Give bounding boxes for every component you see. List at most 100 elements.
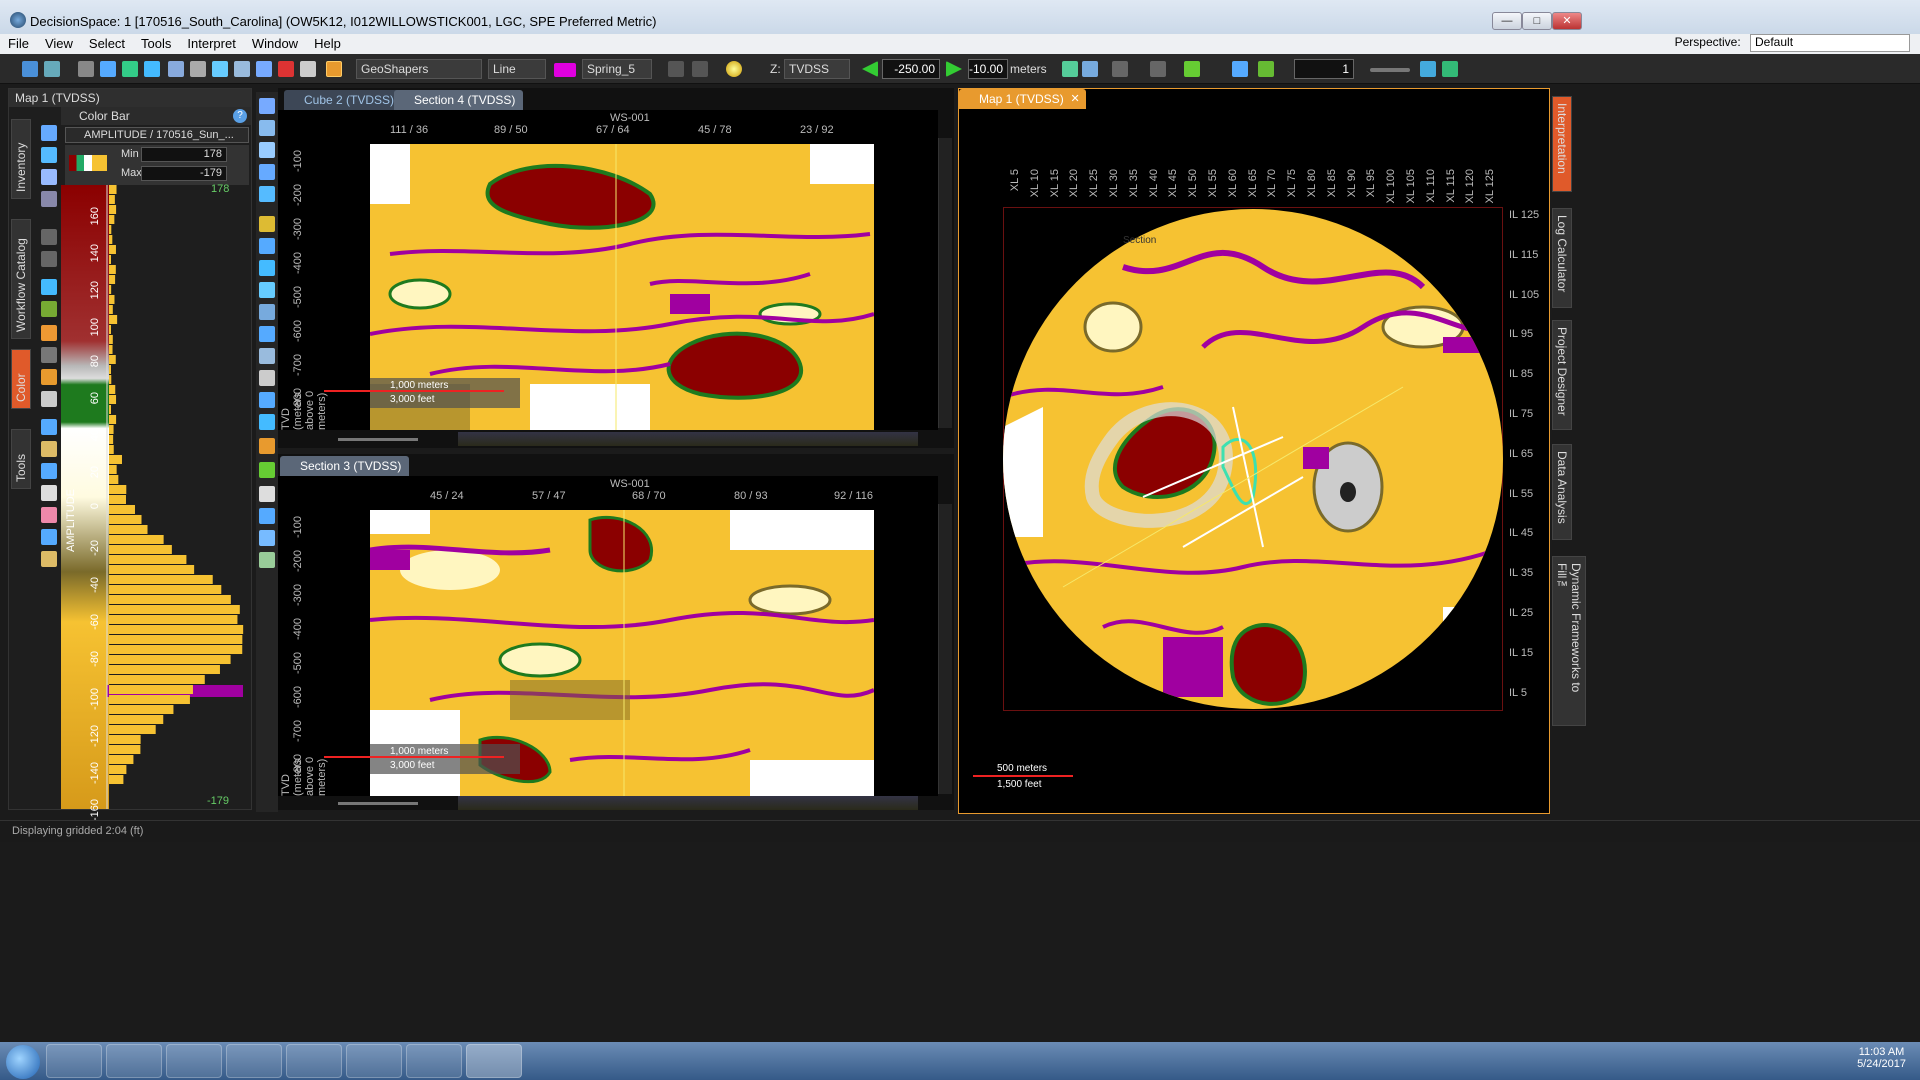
- zoom-slider[interactable]: [338, 802, 418, 805]
- resize-icon[interactable]: [41, 419, 57, 435]
- bookmark-icon[interactable]: [1112, 61, 1128, 77]
- page-icon[interactable]: [259, 486, 275, 502]
- colorbar-icon[interactable]: [259, 438, 275, 454]
- zoom-slider[interactable]: [338, 438, 418, 441]
- save-icon[interactable]: [78, 61, 94, 77]
- export-icon[interactable]: [259, 238, 275, 254]
- menu-window[interactable]: Window: [244, 34, 306, 53]
- pin-icon[interactable]: [41, 347, 57, 363]
- pick-icon[interactable]: [122, 61, 138, 77]
- horizontal-scrollbar[interactable]: [458, 432, 918, 446]
- from-input[interactable]: -250.00: [882, 59, 940, 79]
- axis-toggle-icon[interactable]: [1442, 61, 1458, 77]
- table-icon[interactable]: [41, 391, 57, 407]
- target-icon[interactable]: [259, 462, 275, 478]
- side-tab-tools[interactable]: Tools: [11, 429, 31, 489]
- link-icon[interactable]: [1258, 61, 1274, 77]
- refresh-icon[interactable]: [41, 147, 57, 163]
- app-icon[interactable]: [286, 1044, 342, 1078]
- tab-map1[interactable]: Map 1 (TVDSS) ✕: [959, 89, 1086, 109]
- section3-view[interactable]: WS-001 45 / 24 57 / 47 68 / 70 80 / 93 9…: [278, 476, 938, 796]
- settings-icon[interactable]: [259, 216, 275, 232]
- home-icon[interactable]: [1062, 61, 1078, 77]
- notepad-icon[interactable]: [346, 1044, 402, 1078]
- step-forward-icon[interactable]: [946, 61, 962, 77]
- side-tab-project-designer[interactable]: Project Designer: [1552, 320, 1572, 430]
- menu-file[interactable]: File: [0, 34, 37, 53]
- side-tab-color[interactable]: Color: [11, 349, 31, 409]
- vertical-scrollbar[interactable]: [938, 504, 952, 794]
- sync-icon[interactable]: [1082, 61, 1098, 77]
- layers-icon[interactable]: [234, 61, 250, 77]
- side-tab-interpretation[interactable]: Interpretation: [1552, 96, 1572, 192]
- refresh-icon[interactable]: [259, 164, 275, 180]
- surface-icon[interactable]: [259, 348, 275, 364]
- find-icon[interactable]: [259, 552, 275, 568]
- colormap-preview[interactable]: [69, 155, 107, 171]
- undo-icon[interactable]: [41, 229, 57, 245]
- zoom-in-icon[interactable]: [259, 98, 275, 114]
- minimize-button[interactable]: —: [1492, 12, 1522, 30]
- annotate-icon[interactable]: [1232, 61, 1248, 77]
- close-button[interactable]: ✕: [1552, 12, 1582, 30]
- colormap-select[interactable]: Spring_5: [582, 59, 652, 79]
- stack-icon[interactable]: [41, 507, 57, 523]
- menu-help[interactable]: Help: [306, 34, 349, 53]
- step-input[interactable]: 1: [1294, 59, 1354, 79]
- max-input[interactable]: -179: [141, 166, 227, 181]
- open-icon[interactable]: [44, 61, 60, 77]
- help-icon[interactable]: ?: [233, 109, 247, 123]
- to-input[interactable]: -10.00: [968, 59, 1008, 79]
- image-icon[interactable]: [41, 301, 57, 317]
- zoom-box-icon[interactable]: [259, 120, 275, 136]
- ramp-icon[interactable]: [41, 529, 57, 545]
- maximize-button[interactable]: □: [1522, 12, 1552, 30]
- decisionspace-icon[interactable]: [466, 1044, 522, 1078]
- opacity-slider[interactable]: [1370, 68, 1410, 72]
- colorbar-histogram[interactable]: [61, 185, 251, 809]
- zoom-out-icon[interactable]: [259, 142, 275, 158]
- polygon-icon[interactable]: [259, 392, 275, 408]
- camera-icon[interactable]: [259, 530, 275, 546]
- section4-view[interactable]: WS-001 111 / 36 89 / 50 67 / 64 45 / 78 …: [278, 110, 938, 430]
- undo-icon[interactable]: [668, 61, 684, 77]
- light-icon[interactable]: [726, 61, 742, 77]
- line-select[interactable]: Line: [488, 59, 546, 79]
- export-icon[interactable]: [41, 191, 57, 207]
- media-icon[interactable]: [166, 1044, 222, 1078]
- measure-icon[interactable]: [1184, 61, 1200, 77]
- zoom-icon[interactable]: [168, 61, 184, 77]
- settings-icon[interactable]: [300, 61, 316, 77]
- balance-icon[interactable]: [41, 279, 57, 295]
- side-tab-data-analysis[interactable]: Data Analysis: [1552, 444, 1572, 540]
- chrome-icon[interactable]: [226, 1044, 282, 1078]
- pan-icon[interactable]: [259, 186, 275, 202]
- list-icon[interactable]: [41, 125, 57, 141]
- fault-icon[interactable]: [259, 326, 275, 342]
- tab-cube2[interactable]: Cube 2 (TVDSS): [284, 90, 402, 110]
- snap-icon[interactable]: [259, 282, 275, 298]
- frame-icon[interactable]: [259, 508, 275, 524]
- well-icon[interactable]: [259, 370, 275, 386]
- step-back-icon[interactable]: [862, 61, 878, 77]
- draw-icon[interactable]: [326, 61, 342, 77]
- menu-interpret[interactable]: Interpret: [179, 34, 243, 53]
- domain-select[interactable]: TVDSS: [784, 59, 850, 79]
- clipboard-icon[interactable]: [41, 485, 57, 501]
- side-tab-log-calculator[interactable]: Log Calculator: [1552, 208, 1572, 308]
- menu-select[interactable]: Select: [81, 34, 133, 53]
- marker-icon[interactable]: [41, 325, 57, 341]
- min-input[interactable]: 178: [141, 147, 227, 162]
- palette-icon[interactable]: [41, 369, 57, 385]
- perspective-select[interactable]: Default: [1750, 34, 1910, 52]
- flip-h-icon[interactable]: [259, 260, 275, 276]
- redo-icon[interactable]: [692, 61, 708, 77]
- bars-icon[interactable]: [41, 551, 57, 567]
- menu-tools[interactable]: Tools: [133, 34, 179, 53]
- flip-icon[interactable]: [41, 463, 57, 479]
- side-tab-workflow[interactable]: Workflow Catalog: [11, 219, 31, 339]
- color-swatch[interactable]: [554, 63, 576, 77]
- horizontal-scrollbar[interactable]: [458, 796, 918, 810]
- new-icon[interactable]: [22, 61, 38, 77]
- record-icon[interactable]: [278, 61, 294, 77]
